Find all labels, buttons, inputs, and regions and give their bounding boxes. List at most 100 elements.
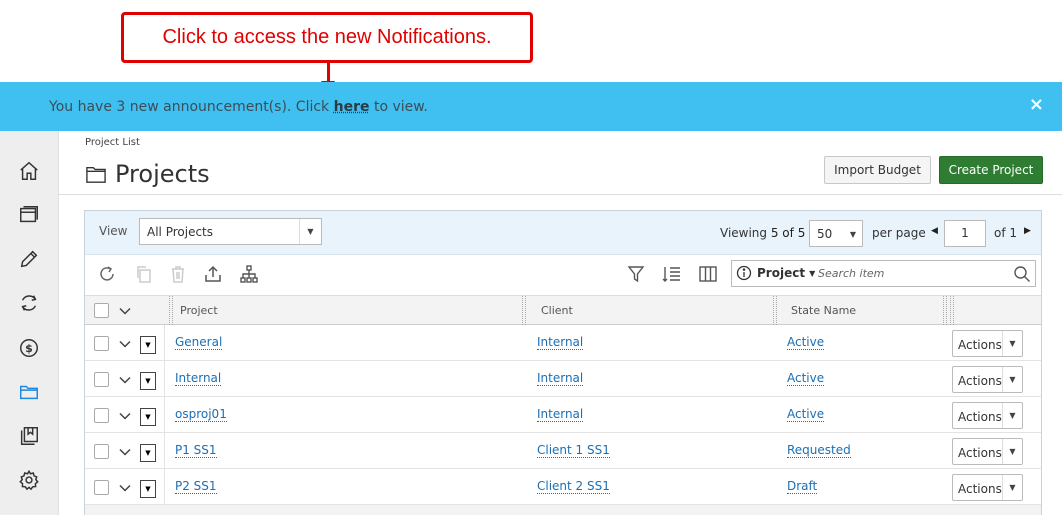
table-footer <box>85 505 1041 515</box>
row-divider <box>164 469 165 505</box>
chevron-down-icon[interactable] <box>118 304 132 318</box>
table-row: ▼ Internal Internal Active Actions ▼ <box>85 361 1041 397</box>
client-link[interactable]: Client 2 SS1 <box>537 479 610 494</box>
chevron-down-icon[interactable] <box>118 409 132 423</box>
copy-icon[interactable] <box>133 263 155 285</box>
filter-bar: View All Projects ▼ Viewing 5 of 5 50 ▼ … <box>85 211 1041 255</box>
actions-label: Actions <box>958 410 1002 424</box>
row-menu-button[interactable]: ▼ <box>140 336 156 354</box>
chevron-down-icon: ▼ <box>1002 367 1022 392</box>
hierarchy-icon[interactable] <box>238 263 260 285</box>
columns-icon[interactable] <box>697 263 719 285</box>
page-title-group: Projects <box>85 160 210 188</box>
actions-dropdown[interactable]: Actions ▼ <box>952 474 1023 501</box>
row-menu-button[interactable]: ▼ <box>140 480 156 498</box>
chevron-down-icon[interactable] <box>118 481 132 495</box>
row-menu-button[interactable]: ▼ <box>140 408 156 426</box>
column-resize-handle[interactable] <box>950 296 954 325</box>
search-icon[interactable] <box>1013 265 1031 283</box>
row-checkbox[interactable] <box>94 336 109 351</box>
page-number-input[interactable]: 1 <box>944 220 986 247</box>
info-icon <box>736 265 752 281</box>
book-icon[interactable] <box>17 424 41 448</box>
state-link[interactable]: Draft <box>787 479 818 494</box>
search-placeholder: Search item <box>818 267 885 280</box>
column-header-state[interactable]: State Name <box>791 304 856 317</box>
row-checkbox[interactable] <box>94 480 109 495</box>
sync-icon[interactable] <box>17 291 41 315</box>
actions-dropdown[interactable]: Actions ▼ <box>952 366 1023 393</box>
next-page-icon[interactable]: ▶ <box>1024 226 1031 236</box>
chevron-down-icon[interactable] <box>118 373 132 387</box>
state-link[interactable]: Requested <box>787 443 851 458</box>
breadcrumb[interactable]: Project List <box>85 137 140 148</box>
client-link[interactable]: Internal <box>537 335 584 350</box>
column-header-client[interactable]: Client <box>541 304 573 317</box>
refresh-icon[interactable] <box>96 263 118 285</box>
chevron-down-icon: ▼ <box>1002 403 1022 428</box>
column-header-project[interactable]: Project <box>180 304 218 317</box>
timesheet-icon[interactable] <box>17 203 41 227</box>
column-resize-handle[interactable] <box>522 296 526 325</box>
column-resize-handle[interactable] <box>773 296 777 325</box>
view-label: View <box>99 224 128 238</box>
table-header: Project Client State Name <box>85 295 1041 325</box>
dollar-icon[interactable]: $ <box>17 336 41 360</box>
column-resize-handle[interactable] <box>169 296 173 325</box>
folder-icon[interactable] <box>17 380 41 404</box>
actions-dropdown[interactable]: Actions ▼ <box>952 402 1023 429</box>
per-page-label: per page <box>872 226 926 240</box>
callout-arrow-shaft <box>327 63 330 83</box>
state-link[interactable]: Active <box>787 407 825 422</box>
select-all-checkbox[interactable] <box>94 303 109 318</box>
create-project-button[interactable]: Create Project <box>939 156 1043 184</box>
project-link[interactable]: P2 SS1 <box>175 479 217 494</box>
client-link[interactable]: Client 1 SS1 <box>537 443 610 458</box>
actions-dropdown[interactable]: Actions ▼ <box>952 438 1023 465</box>
column-resize-handle[interactable] <box>943 296 947 325</box>
view-select[interactable]: All Projects ▼ <box>139 218 322 245</box>
project-link[interactable]: General <box>175 335 223 350</box>
search-scope-label: Project <box>757 266 806 280</box>
client-link[interactable]: Internal <box>537 407 584 422</box>
delete-icon[interactable] <box>167 263 189 285</box>
gear-icon[interactable] <box>17 468 41 492</box>
project-link[interactable]: osproj01 <box>175 407 227 422</box>
notification-callout: Click to access the new Notifications. <box>121 12 533 63</box>
state-link[interactable]: Active <box>787 335 825 350</box>
viewing-count: Viewing 5 of 5 <box>720 226 805 240</box>
export-icon[interactable] <box>202 263 224 285</box>
sort-list-icon[interactable] <box>661 263 683 285</box>
sidebar: $ <box>0 131 59 515</box>
table-row: ▼ osproj01 Internal Active Actions ▼ <box>85 397 1041 433</box>
project-link[interactable]: P1 SS1 <box>175 443 217 458</box>
import-budget-button[interactable]: Import Budget <box>824 156 931 184</box>
search-scope-select[interactable]: Project ▼ <box>736 265 815 281</box>
filter-icon[interactable] <box>625 263 647 285</box>
chevron-down-icon: ▼ <box>809 268 816 278</box>
state-link[interactable]: Active <box>787 371 825 386</box>
callout-text: Click to access the new Notifications. <box>162 26 492 48</box>
client-link[interactable]: Internal <box>537 371 584 386</box>
row-checkbox[interactable] <box>94 444 109 459</box>
per-page-select[interactable]: 50 ▼ <box>809 220 863 247</box>
announcement-suffix: to view. <box>369 99 428 115</box>
per-page-value: 50 <box>817 227 833 241</box>
prev-page-icon[interactable]: ◀ <box>931 226 938 236</box>
row-menu-button[interactable]: ▼ <box>140 372 156 390</box>
actions-dropdown[interactable]: Actions ▼ <box>952 330 1023 357</box>
row-checkbox[interactable] <box>94 408 109 423</box>
project-link[interactable]: Internal <box>175 371 222 386</box>
pencil-icon[interactable] <box>17 247 41 271</box>
chevron-down-icon[interactable] <box>118 445 132 459</box>
close-icon[interactable]: × <box>1029 94 1044 115</box>
row-checkbox[interactable] <box>94 372 109 387</box>
announcement-here-link[interactable]: here <box>334 99 370 115</box>
row-divider <box>164 397 165 433</box>
table-row: ▼ P2 SS1 Client 2 SS1 Draft Actions ▼ <box>85 469 1041 505</box>
chevron-down-icon: ▼ <box>299 219 321 244</box>
chevron-down-icon[interactable] <box>118 337 132 351</box>
row-menu-button[interactable]: ▼ <box>140 444 156 462</box>
search-input[interactable]: Project ▼ Search item <box>731 260 1036 287</box>
home-icon[interactable] <box>17 159 41 183</box>
